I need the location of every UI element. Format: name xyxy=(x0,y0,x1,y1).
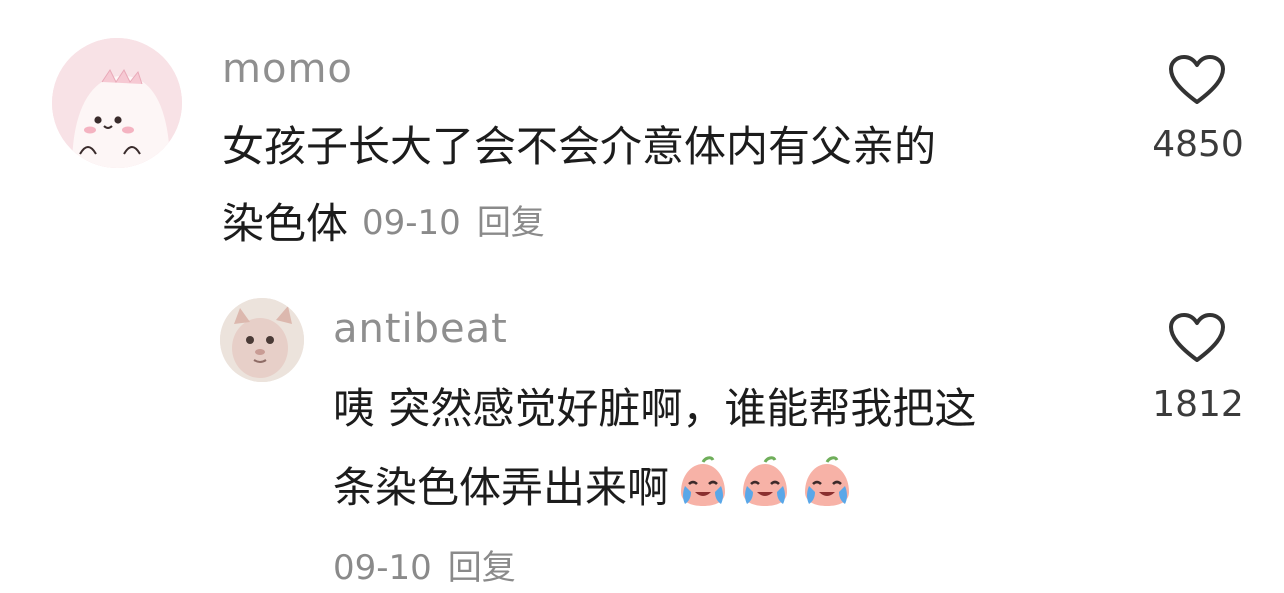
comment-text-line-1: 女孩子长大了会不会介意体内有父亲的 xyxy=(222,122,937,171)
comment-text-tail: 染色体 xyxy=(222,199,349,248)
crying-peach-emoji-icon xyxy=(675,454,731,510)
heart-outline-icon[interactable] xyxy=(1168,312,1226,364)
reply-meta: 09-10 回复 xyxy=(333,540,516,589)
reply-date: 09-10 xyxy=(333,548,432,588)
like-count: 1812 xyxy=(1152,384,1244,425)
heart-outline-icon[interactable] xyxy=(1168,54,1226,106)
pink-dinosaur-avatar-icon xyxy=(52,38,182,168)
username-momo[interactable]: momo xyxy=(222,46,353,92)
reply-text-tail: 条染色体弄出来啊 xyxy=(333,463,670,512)
username-antibeat[interactable]: antibeat xyxy=(333,306,508,352)
reply-text-line-1: 咦 突然感觉好脏啊，谁能帮我把这 xyxy=(333,384,977,433)
crying-peach-emoji-icon xyxy=(737,454,793,510)
comment-list: momo 女孩子长大了会不会介意体内有父亲的 染色体 09-10 回复 4850 a… xyxy=(0,0,1284,593)
comment-text-line-2: 染色体 09-10 回复 xyxy=(222,192,545,255)
avatar-momo[interactable] xyxy=(52,38,182,168)
reply-text-line-2: 条染色体弄出来啊 xyxy=(333,454,855,519)
crying-peach-emoji-icon xyxy=(799,454,855,510)
like-count: 4850 xyxy=(1152,124,1244,165)
reply-button[interactable]: 回复 xyxy=(448,548,516,588)
hairless-cat-avatar-icon xyxy=(220,298,304,382)
avatar-antibeat[interactable] xyxy=(220,298,304,382)
reply-button[interactable]: 回复 xyxy=(477,203,545,243)
comment-date: 09-10 xyxy=(362,203,461,243)
